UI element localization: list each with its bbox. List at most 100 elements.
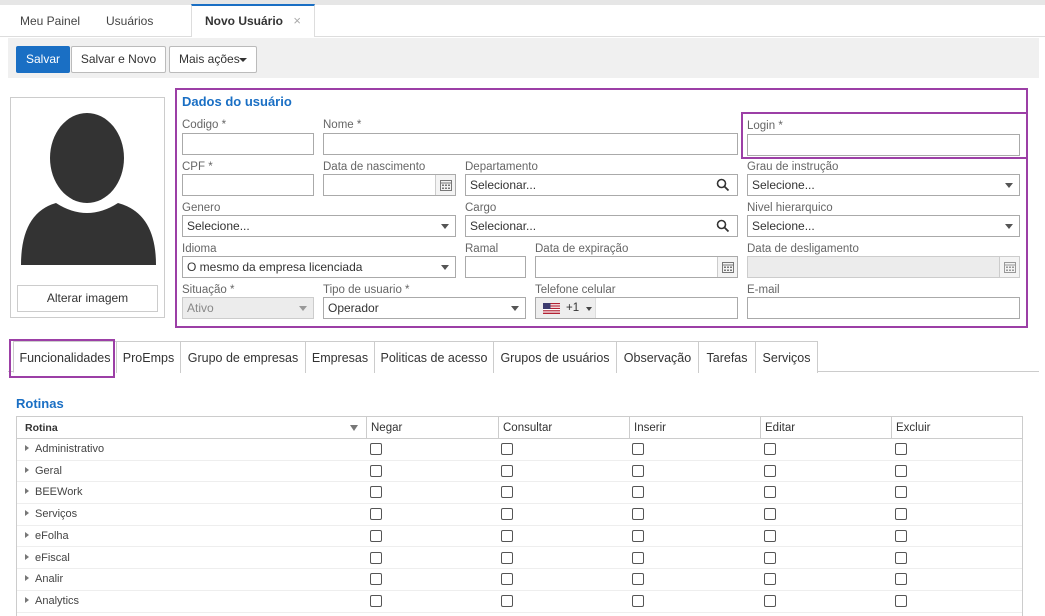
checkbox-inserir[interactable]: [632, 443, 644, 455]
checkbox-negar[interactable]: [370, 529, 382, 542]
expand-arrow-icon[interactable]: [25, 488, 29, 495]
checkbox-editar[interactable]: [764, 486, 776, 499]
tab-servicos[interactable]: Serviços: [755, 341, 818, 373]
tab-proemps[interactable]: ProEmps: [116, 341, 181, 373]
routine-name[interactable]: BEEWork: [25, 482, 82, 503]
phone-label: Telefone celular: [535, 284, 616, 296]
checkbox-excluir[interactable]: [895, 551, 907, 564]
checkbox-inserir[interactable]: [632, 508, 644, 521]
user-type-select[interactable]: Operador: [323, 297, 526, 319]
checkbox-inserir[interactable]: [632, 594, 644, 607]
column-rotina[interactable]: Rotina: [17, 417, 366, 439]
table-row: BEEWork: [17, 482, 1022, 505]
expand-arrow-icon[interactable]: [25, 553, 29, 560]
checkbox-inserir[interactable]: [632, 486, 644, 499]
checkbox-consultar[interactable]: [501, 486, 513, 499]
checkbox-inserir[interactable]: [632, 464, 644, 477]
checkbox-editar[interactable]: [764, 573, 776, 586]
email-input[interactable]: [747, 297, 1020, 319]
education-select[interactable]: Selecione...: [747, 174, 1020, 196]
change-image-button[interactable]: Alterar imagem: [17, 285, 158, 312]
routine-name[interactable]: Analir: [25, 569, 63, 590]
calendar-icon[interactable]: [717, 257, 737, 277]
country-code-selector[interactable]: +1: [536, 298, 596, 318]
tab-grupo-empresas[interactable]: Grupo de empresas: [180, 341, 306, 373]
checkbox-editar[interactable]: [764, 594, 776, 607]
checkbox-excluir[interactable]: [895, 594, 907, 607]
expand-arrow-icon[interactable]: [25, 596, 29, 603]
hierarchy-select[interactable]: Selecione...: [747, 215, 1020, 237]
checkbox-negar[interactable]: [370, 594, 382, 607]
checkbox-editar[interactable]: [764, 508, 776, 521]
gender-select[interactable]: Selecione...: [182, 215, 456, 237]
checkbox-inserir[interactable]: [632, 529, 644, 542]
checkbox-excluir[interactable]: [895, 573, 907, 586]
checkbox-negar[interactable]: [370, 486, 382, 499]
expand-arrow-icon[interactable]: [25, 531, 29, 538]
tab-novo-usuario[interactable]: Novo Usuário ×: [191, 4, 315, 37]
search-icon[interactable]: [716, 219, 730, 233]
checkbox-consultar[interactable]: [501, 594, 513, 607]
tab-observacao[interactable]: Observação: [616, 341, 699, 373]
cargo-lookup[interactable]: Selecionar...: [465, 215, 738, 237]
expand-arrow-icon[interactable]: [25, 575, 29, 582]
department-lookup[interactable]: Selecionar...: [465, 174, 738, 196]
checkbox-negar[interactable]: [370, 551, 382, 564]
checkbox-negar[interactable]: [370, 443, 382, 455]
routine-name[interactable]: eFolha: [25, 526, 69, 547]
calendar-icon[interactable]: [435, 175, 455, 195]
checkbox-editar[interactable]: [764, 551, 776, 564]
tab-tarefas[interactable]: Tarefas: [698, 341, 756, 373]
expiration-label: Data de expiração: [535, 243, 629, 255]
checkbox-editar[interactable]: [764, 443, 776, 455]
tab-usuarios[interactable]: Usuários: [106, 5, 153, 37]
checkbox-consultar[interactable]: [501, 508, 513, 521]
checkbox-negar[interactable]: [370, 464, 382, 477]
expiration-date-input[interactable]: [535, 256, 738, 278]
checkbox-excluir[interactable]: [895, 529, 907, 542]
extension-input[interactable]: [465, 256, 526, 278]
phone-input[interactable]: +1: [535, 297, 738, 319]
checkbox-consultar[interactable]: [501, 573, 513, 586]
checkbox-excluir[interactable]: [895, 443, 907, 455]
checkbox-negar[interactable]: [370, 573, 382, 586]
tab-politicas-acesso[interactable]: Politicas de acesso: [374, 341, 494, 373]
language-select[interactable]: O mesmo da empresa licenciada: [182, 256, 456, 278]
checkbox-excluir[interactable]: [895, 464, 907, 477]
routine-name[interactable]: Serviços: [25, 504, 77, 525]
checkbox-consultar[interactable]: [501, 443, 513, 455]
save-and-new-button[interactable]: Salvar e Novo: [71, 46, 166, 73]
checkbox-inserir[interactable]: [632, 551, 644, 564]
tab-empresas[interactable]: Empresas: [305, 341, 375, 373]
checkbox-consultar[interactable]: [501, 529, 513, 542]
chevron-down-icon: [1005, 224, 1013, 229]
nome-input[interactable]: [323, 133, 738, 155]
birthdate-input[interactable]: [323, 174, 456, 196]
expand-arrow-icon[interactable]: [25, 445, 29, 451]
routine-name[interactable]: Administrativo: [25, 439, 104, 460]
routine-name[interactable]: Geral: [25, 461, 62, 482]
filter-icon[interactable]: [350, 425, 358, 431]
routine-name[interactable]: Analytics: [25, 591, 79, 612]
codigo-input[interactable]: [182, 133, 314, 155]
checkbox-excluir[interactable]: [895, 486, 907, 499]
checkbox-editar[interactable]: [764, 529, 776, 542]
checkbox-excluir[interactable]: [895, 508, 907, 521]
tab-grupos-usuarios[interactable]: Grupos de usuários: [493, 341, 617, 373]
close-tab-icon[interactable]: ×: [293, 6, 301, 36]
save-button[interactable]: Salvar: [16, 46, 70, 73]
more-actions-button[interactable]: Mais ações: [169, 46, 257, 73]
tab-meu-painel[interactable]: Meu Painel: [20, 5, 80, 37]
search-icon[interactable]: [716, 178, 730, 192]
cpf-input[interactable]: [182, 174, 314, 196]
checkbox-consultar[interactable]: [501, 464, 513, 477]
login-input[interactable]: [747, 134, 1020, 156]
expand-arrow-icon[interactable]: [25, 466, 29, 473]
checkbox-editar[interactable]: [764, 464, 776, 477]
expand-arrow-icon[interactable]: [25, 510, 29, 517]
routine-name[interactable]: eFiscal: [25, 548, 70, 569]
checkbox-negar[interactable]: [370, 508, 382, 521]
checkbox-inserir[interactable]: [632, 573, 644, 586]
column-inserir: Inserir: [629, 417, 760, 439]
checkbox-consultar[interactable]: [501, 551, 513, 564]
